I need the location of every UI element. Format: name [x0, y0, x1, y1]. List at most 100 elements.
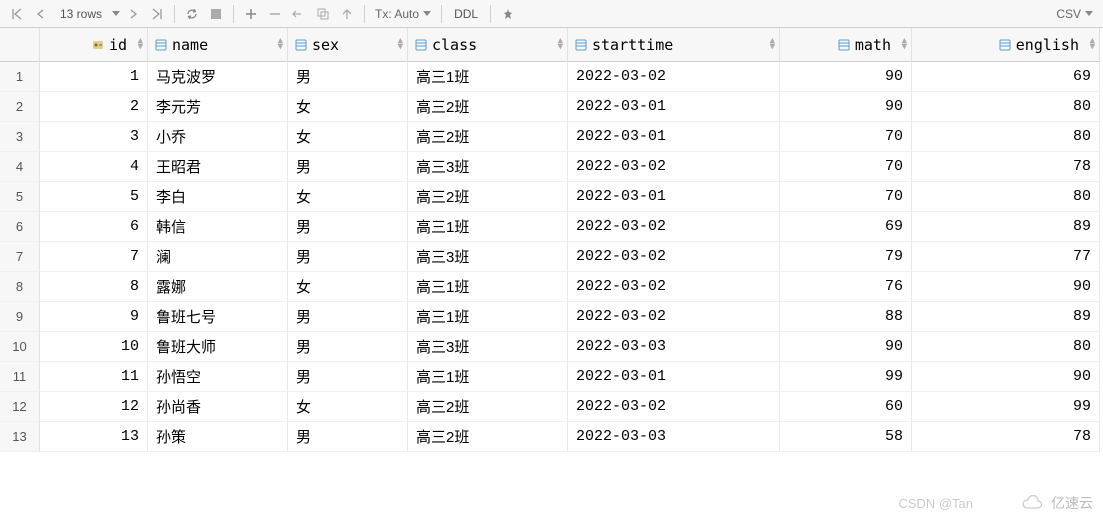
- cell-id[interactable]: 8: [40, 272, 148, 302]
- cell-sex[interactable]: 男: [288, 212, 408, 242]
- stop-button[interactable]: [205, 3, 227, 25]
- cell-name[interactable]: 澜: [148, 242, 288, 272]
- commit-button[interactable]: [336, 3, 358, 25]
- cell-english[interactable]: 69: [912, 62, 1100, 92]
- cell-sex[interactable]: 男: [288, 242, 408, 272]
- cell-id[interactable]: 5: [40, 182, 148, 212]
- row-number[interactable]: 4: [0, 152, 40, 182]
- cell-class[interactable]: 高三3班: [408, 152, 568, 182]
- cell-english[interactable]: 89: [912, 212, 1100, 242]
- cell-name[interactable]: 李白: [148, 182, 288, 212]
- first-page-button[interactable]: [6, 3, 28, 25]
- cell-starttime[interactable]: 2022-03-02: [568, 242, 780, 272]
- cell-name[interactable]: 马克波罗: [148, 62, 288, 92]
- column-header-english[interactable]: english ▲▼: [912, 28, 1100, 62]
- cell-class[interactable]: 高三1班: [408, 302, 568, 332]
- cell-math[interactable]: 88: [780, 302, 912, 332]
- row-number[interactable]: 5: [0, 182, 40, 212]
- cell-english[interactable]: 80: [912, 332, 1100, 362]
- row-number[interactable]: 3: [0, 122, 40, 152]
- cell-starttime[interactable]: 2022-03-01: [568, 122, 780, 152]
- cell-math[interactable]: 90: [780, 92, 912, 122]
- cell-name[interactable]: 露娜: [148, 272, 288, 302]
- cell-id[interactable]: 3: [40, 122, 148, 152]
- cell-name[interactable]: 李元芳: [148, 92, 288, 122]
- cell-class[interactable]: 高三2班: [408, 182, 568, 212]
- cell-sex[interactable]: 女: [288, 122, 408, 152]
- cell-class[interactable]: 高三2班: [408, 422, 568, 452]
- cell-class[interactable]: 高三3班: [408, 332, 568, 362]
- column-header-starttime[interactable]: starttime ▲▼: [568, 28, 780, 62]
- cell-name[interactable]: 孙尚香: [148, 392, 288, 422]
- cell-math[interactable]: 70: [780, 122, 912, 152]
- cell-name[interactable]: 鲁班大师: [148, 332, 288, 362]
- next-page-button[interactable]: [122, 3, 144, 25]
- cell-starttime[interactable]: 2022-03-03: [568, 422, 780, 452]
- cell-english[interactable]: 90: [912, 272, 1100, 302]
- cell-math[interactable]: 90: [780, 62, 912, 92]
- clone-button[interactable]: [312, 3, 334, 25]
- column-header-name[interactable]: name ▲▼: [148, 28, 288, 62]
- cell-starttime[interactable]: 2022-03-02: [568, 392, 780, 422]
- column-header-class[interactable]: class ▲▼: [408, 28, 568, 62]
- cell-class[interactable]: 高三3班: [408, 242, 568, 272]
- cell-class[interactable]: 高三1班: [408, 272, 568, 302]
- cell-english[interactable]: 99: [912, 392, 1100, 422]
- cell-english[interactable]: 80: [912, 122, 1100, 152]
- cell-id[interactable]: 13: [40, 422, 148, 452]
- cell-id[interactable]: 2: [40, 92, 148, 122]
- cell-english[interactable]: 89: [912, 302, 1100, 332]
- cell-math[interactable]: 90: [780, 332, 912, 362]
- row-number[interactable]: 8: [0, 272, 40, 302]
- cell-math[interactable]: 99: [780, 362, 912, 392]
- cell-starttime[interactable]: 2022-03-01: [568, 182, 780, 212]
- cell-starttime[interactable]: 2022-03-02: [568, 152, 780, 182]
- cell-id[interactable]: 9: [40, 302, 148, 332]
- cell-starttime[interactable]: 2022-03-02: [568, 302, 780, 332]
- revert-button[interactable]: [288, 3, 310, 25]
- delete-row-button[interactable]: [264, 3, 286, 25]
- column-header-id[interactable]: id ▲▼: [40, 28, 148, 62]
- cell-math[interactable]: 58: [780, 422, 912, 452]
- cell-sex[interactable]: 女: [288, 182, 408, 212]
- cell-math[interactable]: 70: [780, 182, 912, 212]
- ddl-button[interactable]: DDL: [448, 7, 484, 21]
- row-number[interactable]: 9: [0, 302, 40, 332]
- cell-class[interactable]: 高三1班: [408, 62, 568, 92]
- cell-name[interactable]: 孙策: [148, 422, 288, 452]
- cell-name[interactable]: 王昭君: [148, 152, 288, 182]
- cell-starttime[interactable]: 2022-03-02: [568, 62, 780, 92]
- cell-starttime[interactable]: 2022-03-02: [568, 272, 780, 302]
- cell-name[interactable]: 孙悟空: [148, 362, 288, 392]
- cell-math[interactable]: 60: [780, 392, 912, 422]
- cell-class[interactable]: 高三1班: [408, 362, 568, 392]
- column-header-math[interactable]: math ▲▼: [780, 28, 912, 62]
- cell-english[interactable]: 90: [912, 362, 1100, 392]
- cell-math[interactable]: 76: [780, 272, 912, 302]
- row-number[interactable]: 12: [0, 392, 40, 422]
- cell-sex[interactable]: 女: [288, 272, 408, 302]
- row-number[interactable]: 13: [0, 422, 40, 452]
- cell-english[interactable]: 78: [912, 422, 1100, 452]
- cell-id[interactable]: 4: [40, 152, 148, 182]
- last-page-button[interactable]: [146, 3, 168, 25]
- cell-class[interactable]: 高三2班: [408, 92, 568, 122]
- cell-sex[interactable]: 女: [288, 92, 408, 122]
- cell-math[interactable]: 70: [780, 152, 912, 182]
- cell-id[interactable]: 1: [40, 62, 148, 92]
- export-dropdown[interactable]: CSV: [1052, 7, 1097, 21]
- cell-english[interactable]: 77: [912, 242, 1100, 272]
- add-row-button[interactable]: [240, 3, 262, 25]
- pin-button[interactable]: [497, 3, 519, 25]
- cell-starttime[interactable]: 2022-03-03: [568, 332, 780, 362]
- cell-class[interactable]: 高三1班: [408, 212, 568, 242]
- cell-id[interactable]: 7: [40, 242, 148, 272]
- cell-sex[interactable]: 女: [288, 392, 408, 422]
- cell-english[interactable]: 78: [912, 152, 1100, 182]
- column-header-sex[interactable]: sex ▲▼: [288, 28, 408, 62]
- cell-math[interactable]: 69: [780, 212, 912, 242]
- cell-english[interactable]: 80: [912, 182, 1100, 212]
- cell-starttime[interactable]: 2022-03-01: [568, 92, 780, 122]
- cell-name[interactable]: 鲁班七号: [148, 302, 288, 332]
- cell-name[interactable]: 小乔: [148, 122, 288, 152]
